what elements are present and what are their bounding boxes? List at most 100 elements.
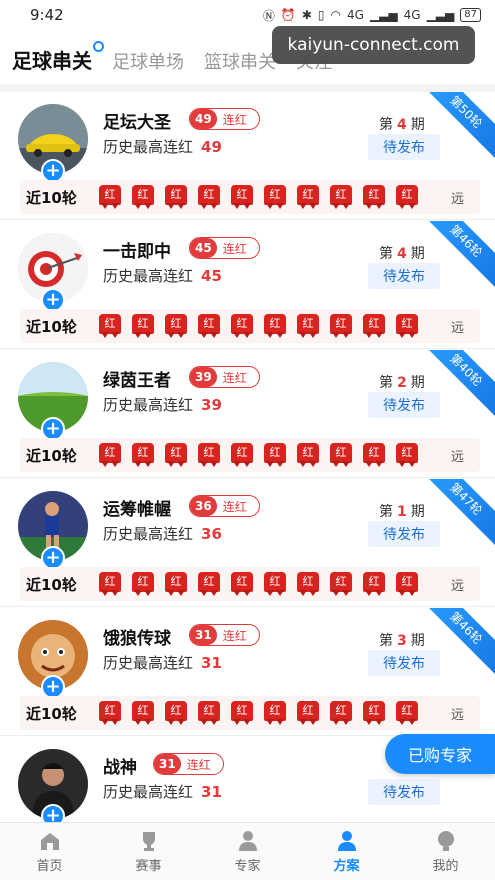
win-badge-icon: 红 — [394, 314, 420, 338]
period-info: 第2期 — [379, 372, 425, 392]
bottom-nav: 首页 赛事 专家 方案 我的 — [0, 822, 495, 880]
win-badge-text: 红 — [363, 572, 385, 592]
best-streak-value: 39 — [201, 396, 222, 414]
best-streak: 历史最高连红 39 — [103, 394, 222, 415]
pending-button[interactable]: 待发布 — [368, 263, 440, 289]
recent-results-row: 近10轮红红红红红红红红红红远 — [20, 180, 480, 214]
win-badge-text: 红 — [396, 314, 418, 334]
watermark-overlay: kaiyun-connect.com — [272, 26, 475, 64]
nav-plans[interactable]: 方案 — [297, 823, 396, 880]
expert-name: 运筹帷幄 — [103, 500, 171, 520]
nav-home[interactable]: 首页 — [0, 823, 99, 880]
period-info: 第4期 — [379, 243, 425, 263]
best-streak: 历史最高连红 45 — [103, 265, 222, 286]
expert-card[interactable]: + 运筹帷幄 36 连红 历史最高连红 36 第 1 期待发布 第47轮 近10轮红红红红红红红红红… — [0, 479, 495, 607]
expert-card[interactable]: + 绿茵王者 39 连红 历史最高连红 39 第 2 期待发布 第40轮 近10轮红红红红红红红红红… — [0, 350, 495, 478]
streak-label: 连红 — [222, 499, 247, 514]
results-list: 红红红红红红红红红红 — [97, 314, 420, 338]
win-badge-text: 红 — [264, 314, 286, 334]
win-badge-text: 红 — [165, 572, 187, 592]
win-badge-text: 红 — [363, 185, 385, 205]
win-badge-icon: 红 — [394, 443, 420, 467]
expert-card[interactable]: + 饿狼传球 31 连红 历史最高连红 31 第 3 期待发布 第46轮 近10轮红红红红红红红红红… — [0, 608, 495, 736]
nfc-icon: Ⓝ — [262, 8, 275, 23]
streak-count: 31 — [190, 625, 217, 645]
streak-count: 45 — [190, 238, 217, 258]
expert-card[interactable]: + 一击即中 45 连红 历史最高连红 45 第 4 期待发布 第46轮 近10轮红红红红红红红红红… — [0, 221, 495, 349]
win-badge-icon: 红 — [361, 701, 387, 725]
period-prefix: 第 — [379, 504, 393, 520]
win-badge-text: 红 — [363, 314, 385, 334]
win-badge-icon: 红 — [361, 443, 387, 467]
tab-basketball-parlay[interactable]: 篮球串关 — [204, 48, 276, 84]
win-badge-text: 红 — [396, 443, 418, 463]
recent-results-row: 近10轮红红红红红红红红红红远 — [20, 309, 480, 343]
trophy-icon — [142, 831, 155, 851]
period-number: 4 — [397, 117, 407, 133]
streak-count: 49 — [190, 109, 217, 129]
win-badge-text: 红 — [165, 185, 187, 205]
period-info: 第1期 — [379, 501, 425, 521]
expert-name: 战神 — [103, 758, 137, 778]
nav-experts[interactable]: 专家 — [198, 823, 297, 880]
period-number: 3 — [397, 633, 407, 649]
nav-label: 我的 — [432, 858, 459, 874]
recent-label: 近10轮 — [26, 188, 77, 207]
streak-label: 连红 — [222, 112, 247, 127]
purchased-experts-button[interactable]: 已购专家 — [385, 734, 495, 774]
streak-badge: 31 连红 — [189, 624, 260, 646]
best-streak-value: 31 — [201, 783, 222, 801]
nav-events[interactable]: 赛事 — [99, 823, 198, 880]
best-streak-label: 历史最高连红 — [103, 396, 194, 414]
win-badge-text: 红 — [363, 443, 385, 463]
win-badge-icon: 红 — [361, 572, 387, 596]
best-streak: 历史最高连红 36 — [103, 523, 222, 544]
win-badge-text: 红 — [330, 185, 352, 205]
pending-button[interactable]: 待发布 — [368, 392, 440, 418]
far-label: 远 — [450, 449, 464, 465]
tab-football-parlay[interactable]: 足球串关 — [12, 41, 104, 84]
active-dot-icon — [93, 41, 104, 52]
pending-button[interactable]: 待发布 — [368, 134, 440, 160]
period-number: 4 — [397, 246, 407, 262]
win-badge-text: 红 — [132, 701, 154, 721]
tab-football-single[interactable]: 足球单场 — [112, 48, 184, 84]
streak-count: 39 — [190, 367, 217, 387]
nav-label: 方案 — [333, 858, 360, 874]
far-label: 远 — [450, 578, 464, 594]
status-icons: Ⓝ ⏰ ✱ ▯ ◠ 4G ▁▃▅ 4G ▁▃▅ 87 — [263, 7, 481, 24]
win-badge-icon: 红 — [196, 572, 222, 596]
win-badge-icon: 红 — [262, 572, 288, 596]
nav-label: 专家 — [234, 858, 261, 874]
nav-profile[interactable]: 我的 — [396, 823, 495, 880]
signal-label-2: 4G — [403, 8, 421, 22]
win-badge-icon: 红 — [130, 185, 156, 209]
status-time: 9:42 — [30, 6, 64, 24]
win-badge-text: 红 — [231, 572, 253, 592]
win-badge-text: 红 — [396, 185, 418, 205]
recent-results-row: 近10轮红红红红红红红红红红远 — [20, 696, 480, 730]
streak-badge: 36 连红 — [189, 495, 260, 517]
period-prefix: 第 — [379, 633, 393, 649]
win-badge-icon: 红 — [295, 443, 321, 467]
streak-badge: 39 连红 — [189, 366, 260, 388]
expert-card[interactable]: + 足坛大圣 49 连红 历史最高连红 49 第 4 期待发布 第50轮 近10轮红红红红红红红红红… — [0, 92, 495, 220]
win-badge-icon: 红 — [196, 701, 222, 725]
win-badge-icon: 红 — [130, 314, 156, 338]
pending-button[interactable]: 待发布 — [368, 521, 440, 547]
win-badge-text: 红 — [330, 314, 352, 334]
pending-button[interactable]: 待发布 — [368, 779, 440, 805]
divider — [0, 84, 495, 92]
win-badge-icon: 红 — [229, 185, 255, 209]
win-badge-icon: 红 — [328, 572, 354, 596]
win-badge-text: 红 — [231, 314, 253, 334]
battery-icon: 87 — [460, 8, 481, 22]
win-badge-text: 红 — [99, 185, 121, 205]
pending-button[interactable]: 待发布 — [368, 650, 440, 676]
win-badge-icon: 红 — [262, 701, 288, 725]
best-streak: 历史最高连红 49 — [103, 136, 222, 157]
win-badge-icon: 红 — [163, 443, 189, 467]
win-badge-icon: 红 — [394, 701, 420, 725]
win-badge-text: 红 — [363, 701, 385, 721]
period-prefix: 第 — [379, 117, 393, 133]
